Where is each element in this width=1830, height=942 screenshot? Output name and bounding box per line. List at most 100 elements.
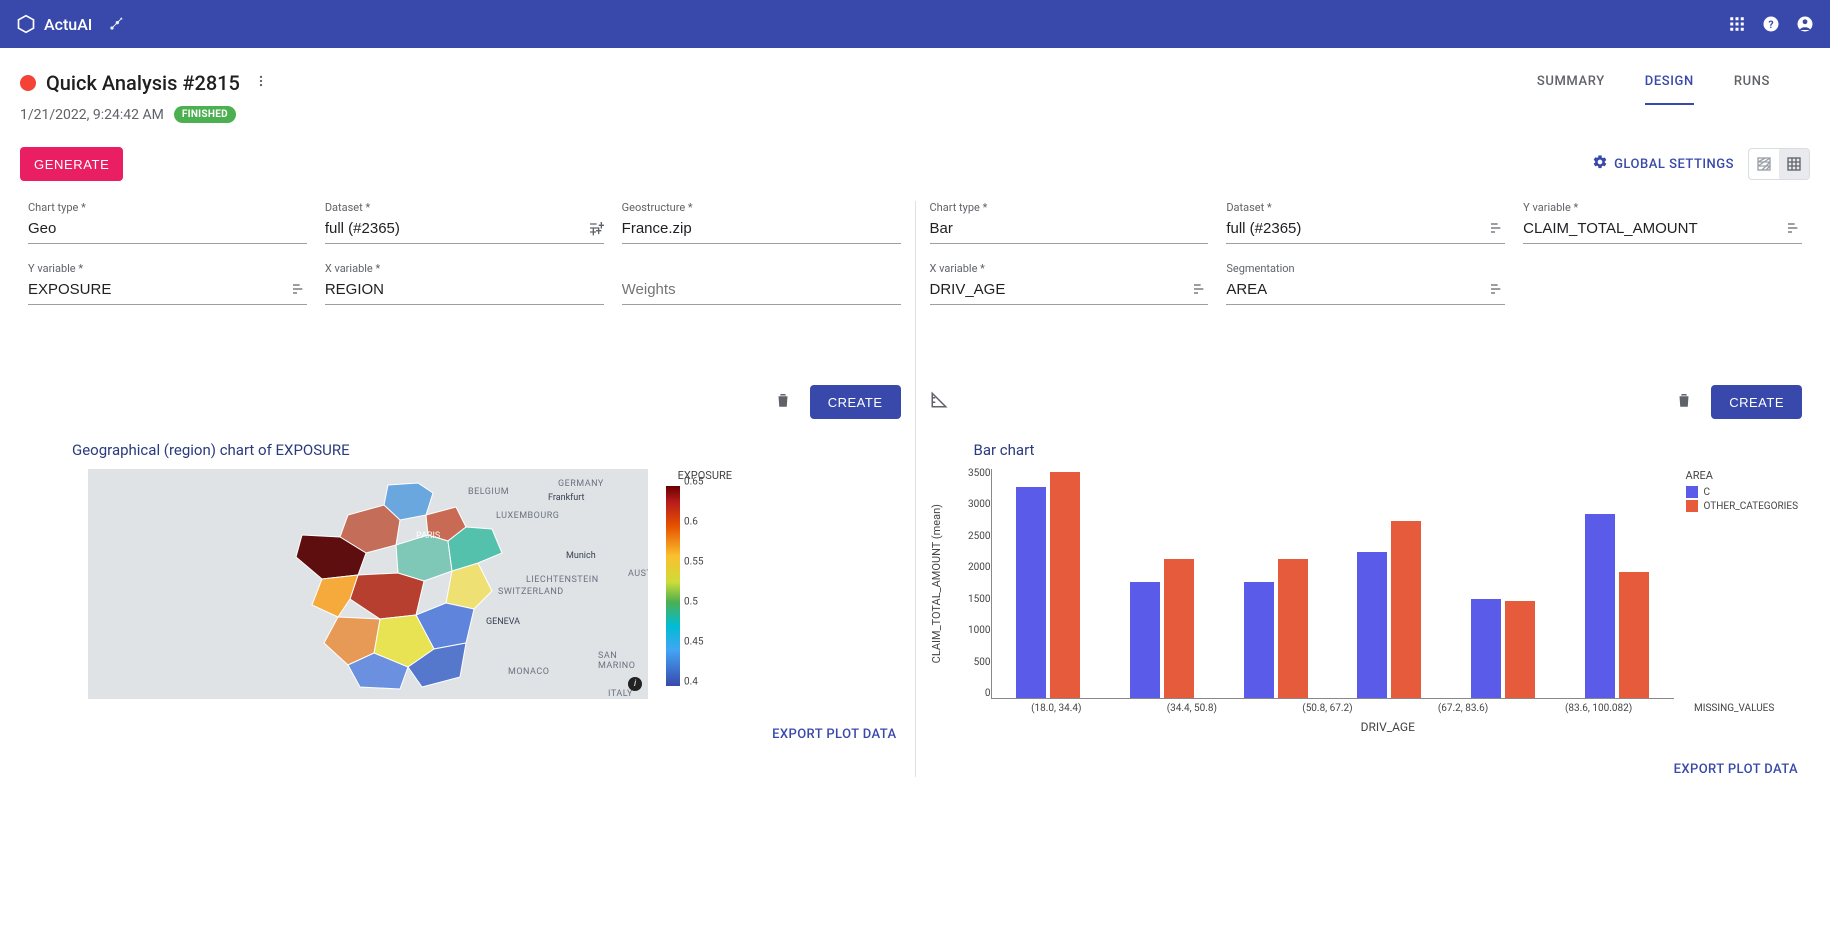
label: Y variable * xyxy=(28,262,307,275)
tune-icon[interactable] xyxy=(1485,281,1505,301)
chart-type-input[interactable] xyxy=(930,216,1209,243)
weights-input[interactable] xyxy=(622,277,901,304)
more-actions-icon[interactable] xyxy=(250,68,272,98)
legend-swatch-c xyxy=(1686,486,1698,498)
y-tick: 2500 xyxy=(968,532,990,542)
map-label: GERMANY xyxy=(558,479,604,489)
chart-type-input[interactable] xyxy=(28,216,307,243)
tab-runs[interactable]: RUNS xyxy=(1734,68,1770,105)
y-tick: 500 xyxy=(974,658,991,668)
x-tick: MISSING_VALUES xyxy=(1666,699,1802,714)
delete-icon[interactable] xyxy=(774,391,792,413)
label: Chart type * xyxy=(28,201,307,214)
field-x-variable: X variable * xyxy=(325,262,604,305)
apps-grid-icon[interactable] xyxy=(1728,15,1746,33)
tune-icon[interactable] xyxy=(1782,220,1802,240)
field-y-variable: Y variable * xyxy=(1523,201,1802,244)
label: X variable * xyxy=(930,262,1209,275)
label: Y variable * xyxy=(1523,201,1802,214)
x-variable-input[interactable] xyxy=(325,277,604,304)
generate-button[interactable]: GENERATE xyxy=(20,147,123,181)
map-city: PARIS xyxy=(416,531,440,541)
global-settings-label: GLOBAL SETTINGS xyxy=(1614,157,1734,172)
map-city: Munich xyxy=(566,551,596,561)
legend-label-c: C xyxy=(1704,487,1711,498)
field-dataset: Dataset * xyxy=(325,201,604,244)
bar-series-c[interactable] xyxy=(1357,552,1387,698)
geostructure-input[interactable] xyxy=(622,216,901,243)
tune-icon[interactable] xyxy=(287,281,307,301)
bar-series-other[interactable] xyxy=(1164,559,1194,698)
bar-group xyxy=(1111,469,1213,698)
x-variable-input[interactable] xyxy=(930,277,1189,304)
x-tick: (18.0, 34.4) xyxy=(989,699,1125,714)
y-variable-input[interactable] xyxy=(28,277,287,304)
bar-series-c[interactable] xyxy=(1130,582,1160,698)
label: Segmentation xyxy=(1226,262,1505,275)
y-tick: 3500 xyxy=(968,469,990,479)
dataset-input[interactable] xyxy=(325,216,584,243)
export-plot-data-link[interactable]: EXPORT PLOT DATA xyxy=(930,762,1803,777)
page-header: Quick Analysis #2815 1/21/2022, 9:24:42 … xyxy=(0,48,1830,127)
label: Geostructure * xyxy=(622,201,901,214)
tune-icon[interactable] xyxy=(1485,220,1505,240)
ruler-icon[interactable] xyxy=(930,391,948,413)
workspace: Chart type * Dataset * Geostructure * Y … xyxy=(0,201,1830,797)
x-tick: (34.4, 50.8) xyxy=(1124,699,1260,714)
bar-series-other[interactable] xyxy=(1505,601,1535,698)
bar-series-c[interactable] xyxy=(1471,599,1501,698)
view-grid-icon[interactable] xyxy=(1779,149,1809,179)
bar-plot[interactable] xyxy=(991,469,1674,699)
bar-group xyxy=(1339,469,1441,698)
x-axis-label: DRIV_AGE xyxy=(930,720,1803,734)
colorbar-tick: 0.6 xyxy=(684,517,698,528)
brand: ActuAI xyxy=(16,14,92,34)
bar-chart-card: Bar chart CLAIM_TOTAL_AMOUNT (mean) 3500… xyxy=(930,441,1803,777)
bar-series-c[interactable] xyxy=(1585,514,1615,698)
view-chart-icon[interactable] xyxy=(1749,149,1779,179)
label: Dataset * xyxy=(325,201,604,214)
map-label: BELGIUM xyxy=(468,487,509,497)
map-attribution-icon[interactable]: i xyxy=(628,677,642,691)
field-weights xyxy=(622,262,901,305)
segmentation-input[interactable] xyxy=(1226,277,1485,304)
export-plot-data-link[interactable]: EXPORT PLOT DATA xyxy=(28,727,901,742)
bar-series-other[interactable] xyxy=(1278,559,1308,698)
colorbar-tick: 0.45 xyxy=(684,637,704,648)
account-icon[interactable] xyxy=(1796,15,1814,33)
map-label: AUSTRIA xyxy=(628,569,648,579)
bar-series-other[interactable] xyxy=(1619,572,1649,698)
tab-design[interactable]: DESIGN xyxy=(1645,68,1694,105)
create-button[interactable]: CREATE xyxy=(810,385,901,419)
geo-map[interactable]: BELGIUM LUXEMBOURG GERMANY Frankfurt CZE… xyxy=(88,469,648,699)
create-button[interactable]: CREATE xyxy=(1711,385,1802,419)
help-icon[interactable]: ? xyxy=(1762,15,1780,33)
legend-label-other: OTHER_CATEGORIES xyxy=(1704,501,1798,512)
field-x-variable: X variable * xyxy=(930,262,1209,305)
global-settings-button[interactable]: GLOBAL SETTINGS xyxy=(1592,154,1734,174)
tab-summary[interactable]: SUMMARY xyxy=(1537,68,1605,105)
scatter-icon[interactable] xyxy=(108,16,124,32)
label: X variable * xyxy=(325,262,604,275)
y-tick: 3000 xyxy=(968,500,990,510)
status-badge: FINISHED xyxy=(174,106,236,123)
bar-series-c[interactable] xyxy=(1016,487,1046,698)
field-chart-type: Chart type * xyxy=(28,201,307,244)
bar-series-other[interactable] xyxy=(1391,521,1421,698)
tune-icon[interactable] xyxy=(584,220,604,240)
delete-icon[interactable] xyxy=(1675,391,1693,413)
map-label: SWITZERLAND xyxy=(498,587,564,597)
legend-swatch-other xyxy=(1686,500,1698,512)
field-segmentation: Segmentation xyxy=(1226,262,1505,305)
geo-chart-card: Geographical (region) chart of EXPOSURE xyxy=(28,441,901,742)
tune-icon[interactable] xyxy=(1188,281,1208,301)
map-label: LIECHTENSTEIN xyxy=(526,575,599,585)
y-variable-input[interactable] xyxy=(1523,216,1782,243)
label: Chart type * xyxy=(930,201,1209,214)
bar-series-other[interactable] xyxy=(1050,472,1080,698)
bar-series-c[interactable] xyxy=(1244,582,1274,698)
bar-group xyxy=(1452,469,1554,698)
status-dot-icon xyxy=(20,75,36,91)
dataset-input[interactable] xyxy=(1226,216,1485,243)
map-city: GENEVA xyxy=(486,617,520,627)
